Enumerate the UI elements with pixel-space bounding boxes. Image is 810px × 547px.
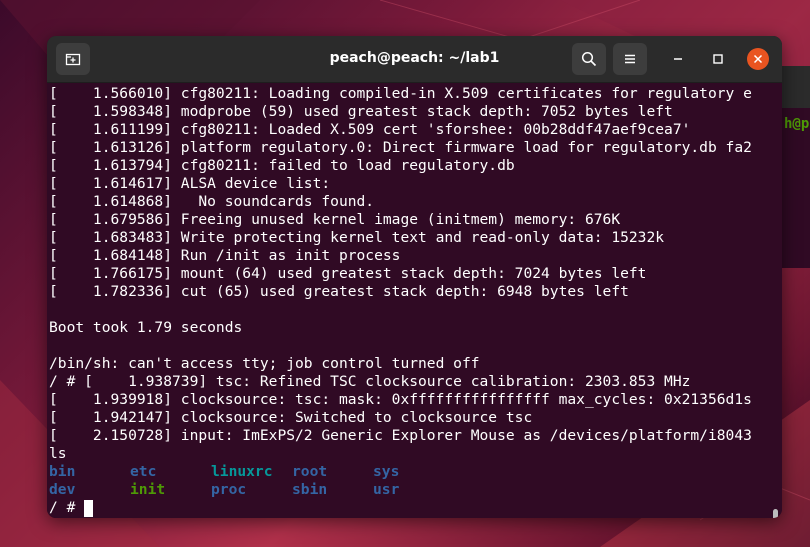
minimize-button[interactable] [667,48,689,70]
ls-entry: usr [373,481,400,498]
terminal-line: [ 1.683483] Write protecting kernel text… [49,229,665,246]
menu-button[interactable] [613,43,647,75]
terminal-line: [ 1.782336] cut (65) used greatest stack… [49,283,629,300]
search-icon [581,51,597,67]
background-terminal-text: h@p [784,116,810,132]
maximize-icon [713,54,723,64]
terminal-line: [ 2.150728] input: ImExPS/2 Generic Expl… [49,427,752,444]
terminal-window: peach@peach: ~/lab1 [1.566010] cfg80211… [47,36,782,518]
ls-entry: etc [130,463,157,480]
ls-entry: sbin [292,481,328,498]
terminal-scrollbar[interactable] [773,509,778,518]
ls-entry: proc [211,481,247,498]
titlebar: peach@peach: ~/lab1 [47,36,782,83]
terminal-line: [ 1.684148] Run /init as init process [49,247,401,264]
terminal-line: [ 1.566010] cfg80211: Loading compiled-i… [49,85,752,102]
ls-entry: linuxrc [211,463,273,480]
ls-output-row: dev init proc sbin usr [49,481,769,499]
text-cursor [84,499,94,517]
ls-output-row: bin etc linuxrc root sys [49,463,769,481]
close-icon [753,54,763,64]
minimize-icon [674,58,682,60]
ls-entry: bin [49,463,76,480]
shell-prompt-line[interactable]: / # [49,499,769,517]
terminal-line: [ 1.679586] Freeing unused kernel image … [49,211,621,228]
close-button[interactable] [747,48,769,70]
terminal-line: Boot took 1.79 seconds [49,319,243,336]
terminal-line: [ 1.614868] No soundcards found. [49,193,375,210]
terminal-line: [ 1.614617] ALSA device list: [49,175,331,192]
terminal-line: ls [49,445,67,462]
ls-entry: init [130,481,166,498]
ls-entry: sys [373,463,400,480]
ls-entry: root [292,463,328,480]
maximize-button[interactable] [707,48,729,70]
terminal-output-area[interactable]: [ 1.566010] cfg80211: Loading compiled-i… [47,83,782,518]
background-window-titlebar [782,66,810,108]
ls-entry: dev [49,481,76,498]
terminal-line: [ 1.611199] cfg80211: Loaded X.509 cert … [49,121,691,138]
terminal-line: [ 1.942147] clocksource: Switched to clo… [49,409,533,426]
shell-prompt: / # [49,499,85,516]
terminal-line: [ 1.766175] mount (64) used greatest sta… [49,265,647,282]
terminal-line: /bin/sh: can't access tty; job control t… [49,355,480,372]
terminal-line: [ 1.598348] modprobe (59) used greatest … [49,103,673,120]
hamburger-menu-icon [625,54,635,64]
terminal-line: [ 1.613126] platform regulatory.0: Direc… [49,139,752,156]
terminal-line: / # [ 1.938739] tsc: Refined TSC clockso… [49,373,691,390]
terminal-line: [ 1.939918] clocksource: tsc: mask: 0xff… [49,391,752,408]
search-button[interactable] [572,43,606,75]
terminal-line: [ 1.613794] cfg80211: failed to load reg… [49,157,515,174]
terminal-lines: [ 1.566010] cfg80211: Loading compiled-i… [49,85,769,517]
background-terminal-window [782,108,810,268]
